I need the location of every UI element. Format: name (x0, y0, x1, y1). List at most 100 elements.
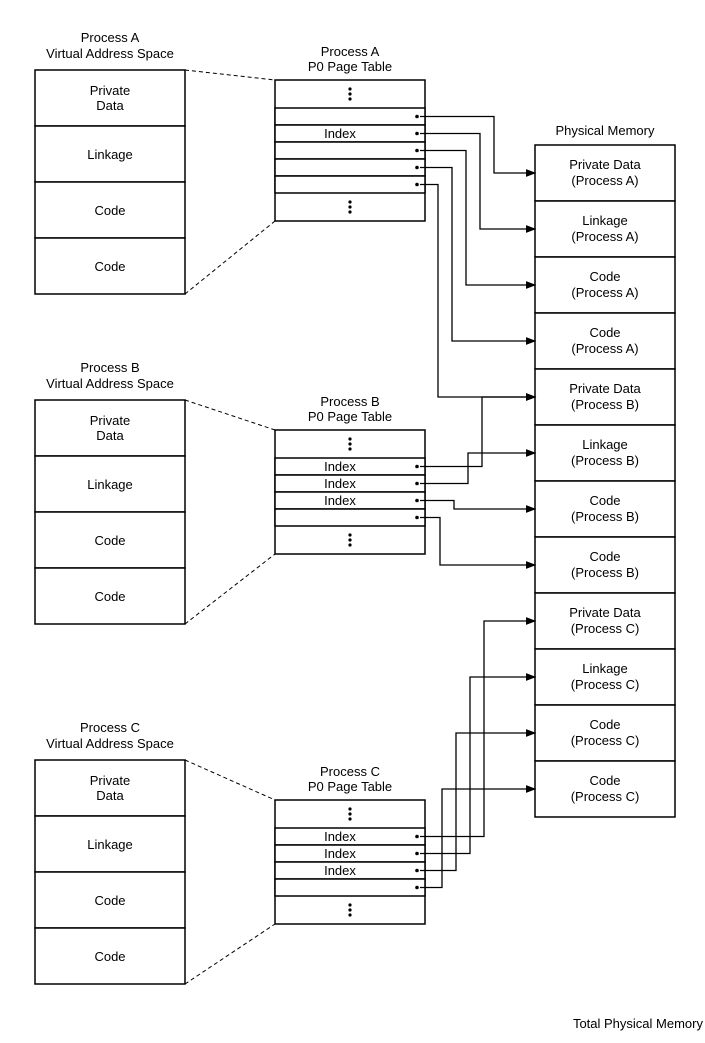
phys-line2: (Process C) (571, 677, 640, 692)
vas-title: Process A (81, 30, 140, 45)
pt-connector-dot (415, 115, 419, 119)
ellipsis-dot (348, 812, 351, 815)
ellipsis-dot (348, 807, 351, 810)
pt-connector-dot (415, 149, 419, 153)
memory-diagram: Physical MemoryPrivate Data(Process A)Li… (0, 0, 705, 1043)
pt-index-label: Index (324, 829, 356, 844)
phys-line1: Code (589, 269, 620, 284)
pt-phys-arrow (420, 168, 535, 342)
phys-line2: (Process A) (571, 229, 638, 244)
ellipsis-dot (348, 913, 351, 916)
pt-connector-dot (415, 132, 419, 136)
pt-index-label: Index (324, 846, 356, 861)
phys-line2: (Process B) (571, 397, 639, 412)
pt-index-label: Index (324, 476, 356, 491)
pt-phys-arrow (420, 134, 535, 230)
pt-phys-arrow (420, 501, 535, 510)
pt-index-label: Index (324, 459, 356, 474)
ellipsis-dot (348, 97, 351, 100)
phys-line1: Code (589, 773, 620, 788)
phys-line2: (Process C) (571, 789, 640, 804)
vas-label: Linkage (87, 477, 133, 492)
pt-entry (275, 159, 425, 176)
phys-line2: (Process B) (571, 565, 639, 580)
pt-connector-dot (415, 499, 419, 503)
vas-subtitle: Virtual Address Space (46, 736, 174, 751)
pt-connector-dot (415, 183, 419, 187)
pt-index-label: Index (324, 126, 356, 141)
phys-title: Physical Memory (556, 123, 655, 138)
ellipsis-dot (348, 908, 351, 911)
pt-connector-dot (415, 852, 419, 856)
pt-connector-dot (415, 482, 419, 486)
ellipsis-dot (348, 447, 351, 450)
ellipsis-dot (348, 442, 351, 445)
pt-title: Process A (321, 44, 380, 59)
phys-line1: Private Data (569, 157, 641, 172)
pt-phys-arrow (420, 151, 535, 286)
pt-index-label: Index (324, 493, 356, 508)
phys-line2: (Process C) (571, 733, 640, 748)
vas-pt-link (185, 554, 275, 624)
vas-label: Code (94, 533, 125, 548)
vas-pt-link (185, 400, 275, 430)
ellipsis-dot (348, 437, 351, 440)
vas-label: Linkage (87, 837, 133, 852)
phys-line1: Code (589, 493, 620, 508)
pt-subtitle: P0 Page Table (308, 409, 392, 424)
pt-connector-dot (415, 516, 419, 520)
ellipsis-dot (348, 205, 351, 208)
pt-connector-dot (415, 835, 419, 839)
pt-entry (275, 142, 425, 159)
pt-phys-arrow (420, 397, 535, 467)
vas-pt-link (185, 760, 275, 800)
pt-entry (275, 879, 425, 896)
pt-phys-arrow (420, 677, 535, 854)
pt-title: Process B (320, 394, 379, 409)
pt-phys-arrow (420, 518, 535, 566)
pt-phys-arrow (420, 621, 535, 837)
pt-phys-arrow (420, 185, 535, 398)
phys-line2: (Process A) (571, 341, 638, 356)
vas-label: Code (94, 949, 125, 964)
vas-pt-link (185, 70, 275, 80)
vas-label: Code (94, 203, 125, 218)
vas-label: Code (94, 589, 125, 604)
pt-title: Process C (320, 764, 380, 779)
ellipsis-dot (348, 903, 351, 906)
vas-title: Process C (80, 720, 140, 735)
pt-subtitle: P0 Page Table (308, 779, 392, 794)
ellipsis-dot (348, 92, 351, 95)
pt-connector-dot (415, 869, 419, 873)
phys-line1: Linkage (582, 437, 628, 452)
ellipsis-dot (348, 817, 351, 820)
pt-phys-arrow (420, 453, 535, 484)
phys-line2: (Process C) (571, 621, 640, 636)
phys-line1: Code (589, 325, 620, 340)
phys-line2: (Process B) (571, 509, 639, 524)
phys-line1: Linkage (582, 213, 628, 228)
phys-line1: Code (589, 717, 620, 732)
vas-subtitle: Virtual Address Space (46, 46, 174, 61)
pt-entry (275, 509, 425, 526)
ellipsis-dot (348, 538, 351, 541)
phys-line2: (Process A) (571, 285, 638, 300)
phys-line1: Private Data (569, 381, 641, 396)
pt-connector-dot (415, 166, 419, 170)
pt-entry (275, 176, 425, 193)
pt-phys-arrow (420, 733, 535, 871)
ellipsis-dot (348, 87, 351, 90)
vas-subtitle: Virtual Address Space (46, 376, 174, 391)
ellipsis-dot (348, 200, 351, 203)
pt-phys-arrow (420, 789, 535, 888)
ellipsis-dot (348, 210, 351, 213)
pt-phys-arrow (420, 117, 535, 174)
phys-line1: Linkage (582, 661, 628, 676)
vas-label: Code (94, 893, 125, 908)
phys-line2: (Process A) (571, 173, 638, 188)
pt-index-label: Index (324, 863, 356, 878)
vas-pt-link (185, 924, 275, 984)
pt-subtitle: P0 Page Table (308, 59, 392, 74)
phys-line1: Private Data (569, 605, 641, 620)
pt-connector-dot (415, 465, 419, 469)
